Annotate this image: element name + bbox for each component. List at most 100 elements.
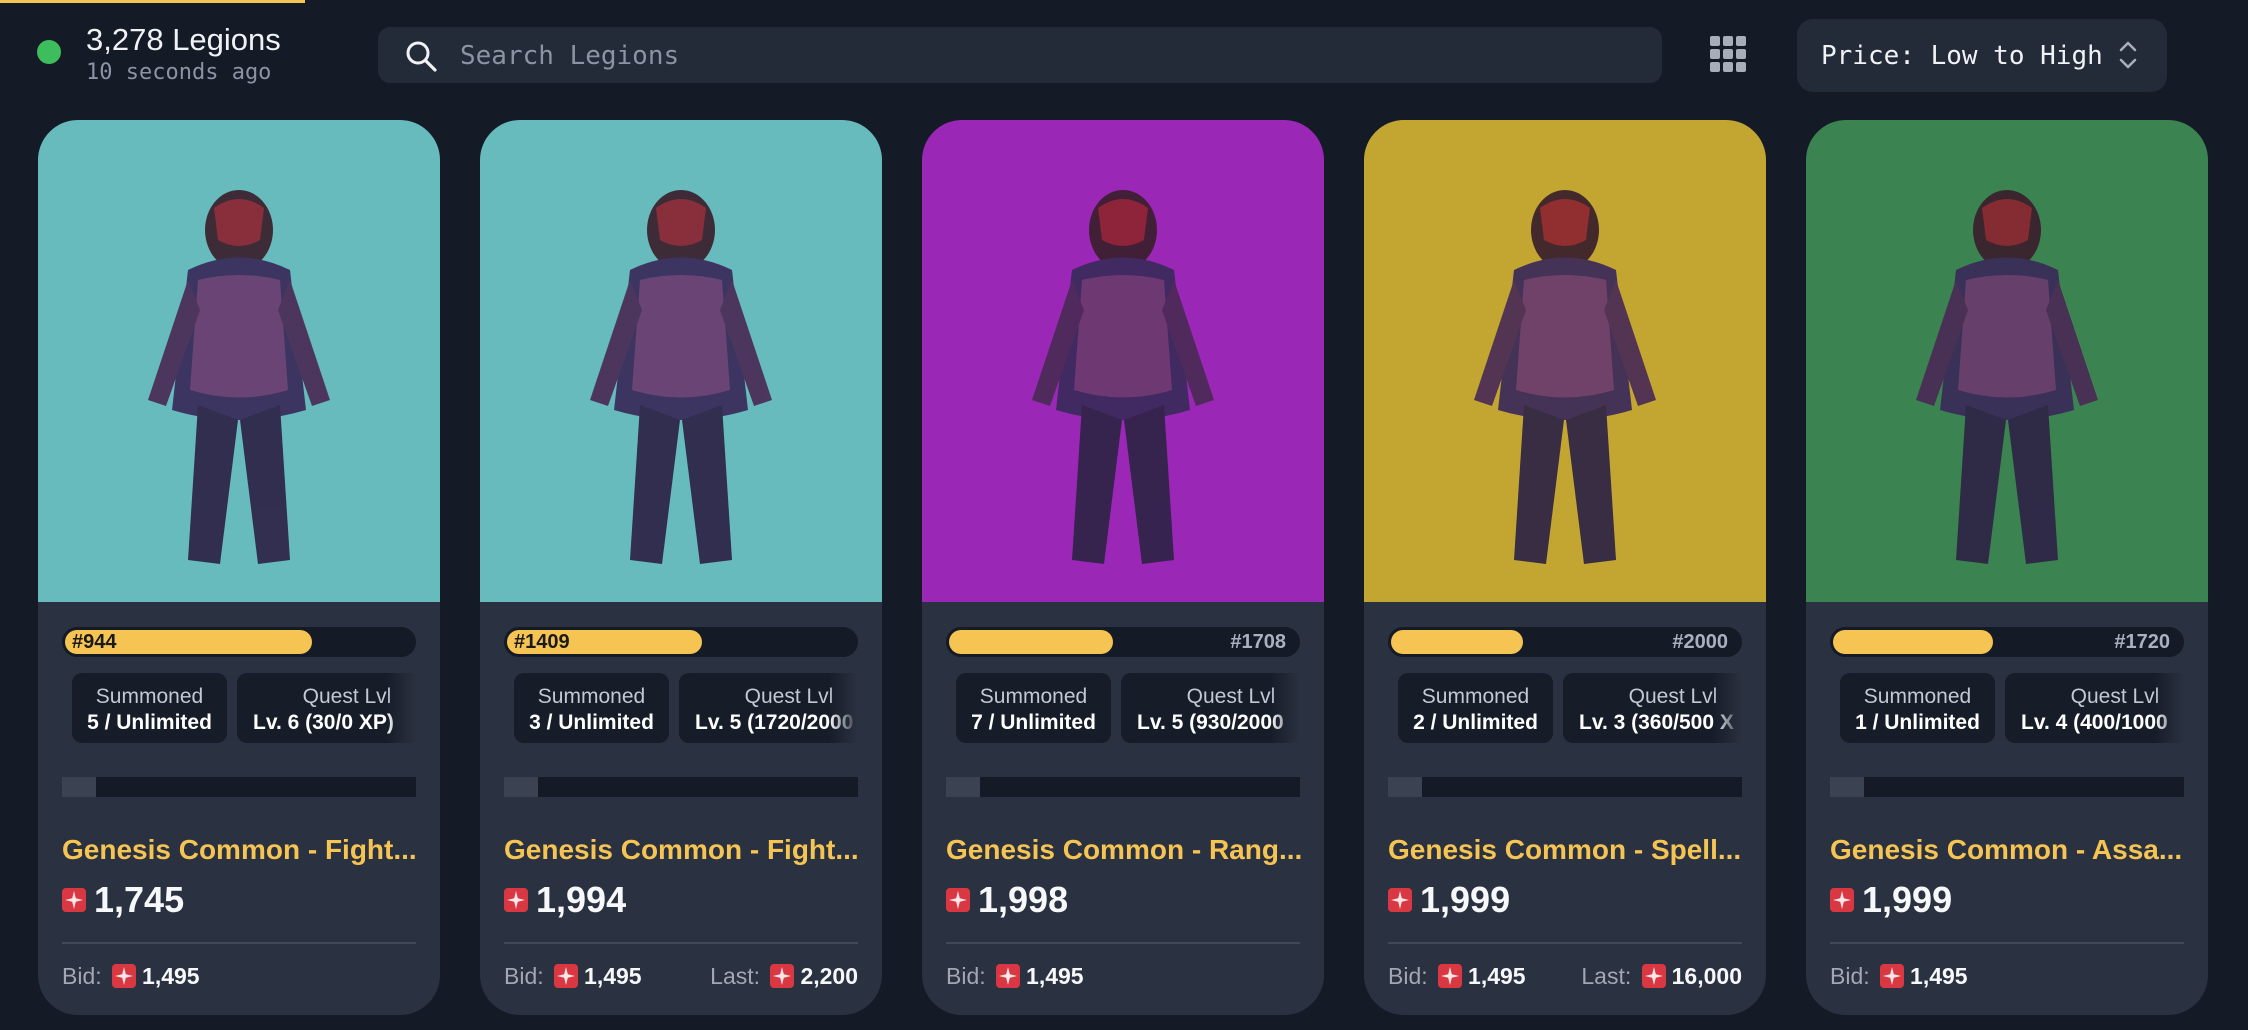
legion-artwork	[480, 120, 882, 602]
xp-bar-fill	[1830, 777, 1864, 797]
live-status-dot	[37, 40, 61, 64]
magic-token-icon	[1388, 888, 1412, 912]
stats-row: Summoned 2 / Unlimited Quest Lvl Lv. 3 (…	[1388, 673, 1742, 749]
legion-name[interactable]: Genesis Common - Spell...	[1388, 834, 1748, 866]
legion-card[interactable]: #944 Summoned 5 / Unlimited Quest Lvl Lv…	[38, 120, 440, 1015]
summoned-value: 3 / Unlimited	[529, 711, 654, 734]
magic-token-icon	[770, 963, 795, 988]
stats-fade	[2154, 673, 2184, 749]
rank-bar: #1708	[946, 627, 1300, 657]
summoned-label: Summoned	[95, 685, 204, 708]
magic-token-icon	[504, 888, 528, 912]
xp-bar-fill	[62, 777, 96, 797]
summoned-stat: Summoned 7 / Unlimited	[956, 673, 1111, 743]
legion-name[interactable]: Genesis Common - Fight...	[504, 834, 864, 866]
sort-select[interactable]: Price: Low to High	[1797, 19, 2167, 92]
legion-character-image	[38, 120, 440, 602]
legion-name[interactable]: Genesis Common - Rang...	[946, 834, 1306, 866]
summoned-label: Summoned	[537, 685, 646, 708]
search-input[interactable]	[458, 27, 1642, 85]
rank-bar: #2000	[1388, 627, 1742, 657]
bid-amount: 1,495	[142, 963, 200, 989]
stats-fade	[828, 673, 858, 749]
xp-bar	[504, 777, 858, 797]
stats-fade	[386, 673, 416, 749]
stats-row: Summoned 1 / Unlimited Quest Lvl Lv. 4 (…	[1830, 673, 2184, 749]
quest-level-value: Lv. 4 (400/1000	[2021, 711, 2168, 734]
stats-row: Summoned 5 / Unlimited Quest Lvl Lv. 6 (…	[62, 673, 416, 749]
last-sale-info: Last: 2,200	[710, 963, 858, 990]
listing-price: 1,999	[1862, 879, 1953, 920]
legion-card[interactable]: #1708 Summoned 7 / Unlimited Quest Lvl L…	[922, 120, 1324, 1015]
last-sale-label: Last:	[1581, 963, 1638, 989]
summoned-value: 5 / Unlimited	[87, 711, 212, 734]
divider	[62, 942, 416, 944]
listing-price: 1,999	[1420, 879, 1511, 920]
divider	[1830, 942, 2184, 944]
legion-card[interactable]: #1720 Summoned 1 / Unlimited Quest Lvl L…	[1806, 120, 2208, 1015]
rank-bar-fill	[949, 630, 1113, 654]
xp-bar	[1388, 777, 1742, 797]
summoned-label: Summoned	[1421, 685, 1530, 708]
stats-row: Summoned 3 / Unlimited Quest Lvl Lv. 5 (…	[504, 673, 858, 749]
grid-view-icon[interactable]	[1708, 34, 1748, 74]
last-sale-amount: 2,200	[800, 963, 858, 989]
token-id: #2000	[1672, 631, 1728, 653]
magic-token-icon	[1880, 963, 1905, 988]
bid-info: Bid: 1,495	[504, 963, 642, 990]
xp-bar	[1830, 777, 2184, 797]
legion-name[interactable]: Genesis Common - Fight...	[62, 834, 422, 866]
xp-bar-fill	[946, 777, 980, 797]
magic-token-icon	[112, 963, 137, 988]
bid-amount: 1,495	[1468, 963, 1526, 989]
last-sale-amount: 16,000	[1671, 963, 1742, 989]
bid-info: Bid: 1,495	[946, 963, 1084, 990]
magic-token-icon	[554, 963, 579, 988]
sort-label: Price: Low to High	[1821, 41, 2103, 71]
legion-artwork	[38, 120, 440, 602]
rank-bar: #1409	[504, 627, 858, 657]
bid-label: Bid:	[1830, 963, 1877, 989]
legion-card[interactable]: #1409 Summoned 3 / Unlimited Quest Lvl L…	[480, 120, 882, 1015]
divider	[504, 942, 858, 944]
bid-amount: 1,495	[1026, 963, 1084, 989]
summoned-stat: Summoned 1 / Unlimited	[1840, 673, 1995, 743]
listing-price: 1,745	[94, 879, 185, 920]
listing-price: 1,998	[978, 879, 1069, 920]
magic-token-icon	[62, 888, 86, 912]
divider	[946, 942, 1300, 944]
summoned-stat: Summoned 5 / Unlimited	[72, 673, 227, 743]
last-updated: 10 seconds ago	[86, 60, 272, 85]
bid-label: Bid:	[504, 963, 551, 989]
quest-level-value: Lv. 5 (930/2000	[1137, 711, 1284, 734]
last-sale-info: Last: 16,000	[1581, 963, 1742, 990]
legion-artwork	[922, 120, 1324, 602]
summoned-stat: Summoned 3 / Unlimited	[514, 673, 669, 743]
header: 3,278 Legions 10 seconds ago Price: Low …	[0, 0, 2248, 110]
magic-token-icon	[1438, 963, 1463, 988]
search-bar[interactable]	[378, 27, 1662, 85]
xp-bar-fill	[504, 777, 538, 797]
bid-info: Bid: 1,495	[1388, 963, 1526, 990]
token-id: #944	[72, 631, 117, 653]
xp-bar	[62, 777, 416, 797]
legion-character-image	[480, 120, 882, 602]
bid-info: Bid: 1,495	[62, 963, 200, 990]
summoned-value: 7 / Unlimited	[971, 711, 1096, 734]
rank-bar: #1720	[1830, 627, 2184, 657]
stats-fade	[1712, 673, 1742, 749]
stats-row: Summoned 7 / Unlimited Quest Lvl Lv. 5 (…	[946, 673, 1300, 749]
legion-character-image	[1806, 120, 2208, 602]
token-id: #1720	[2114, 631, 2170, 653]
summoned-stat: Summoned 2 / Unlimited	[1398, 673, 1553, 743]
legion-count: 3,278 Legions	[86, 22, 281, 57]
rank-bar-fill	[1391, 630, 1523, 654]
magic-token-icon	[1830, 888, 1854, 912]
summoned-label: Summoned	[979, 685, 1088, 708]
bid-label: Bid:	[1388, 963, 1435, 989]
legion-character-image	[922, 120, 1324, 602]
magic-token-icon	[996, 963, 1021, 988]
magic-token-icon	[1641, 963, 1666, 988]
legion-name[interactable]: Genesis Common - Assa...	[1830, 834, 2190, 866]
legion-card[interactable]: #2000 Summoned 2 / Unlimited Quest Lvl L…	[1364, 120, 1766, 1015]
